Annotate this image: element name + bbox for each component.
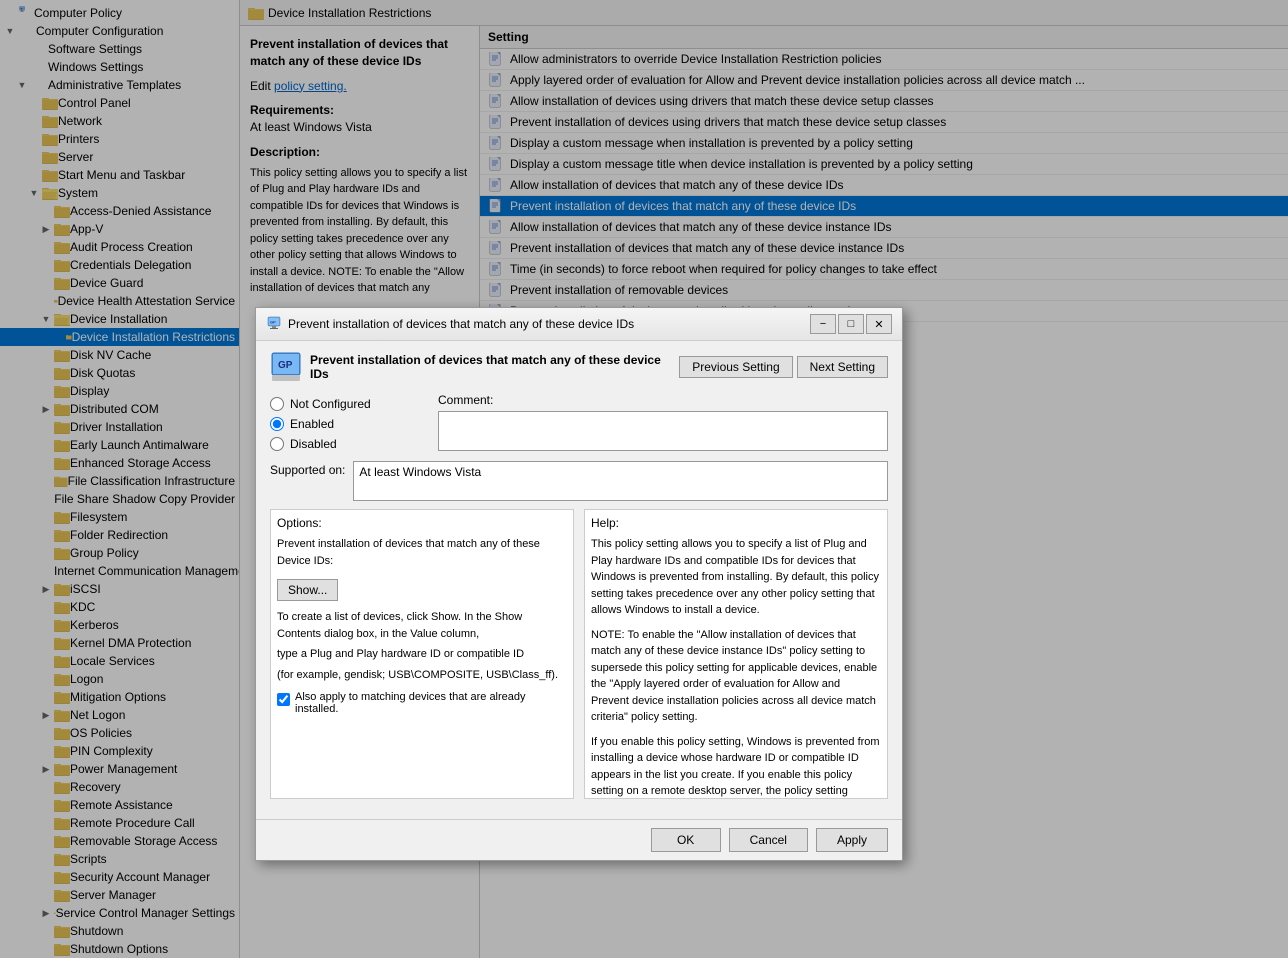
checkbox-also-apply[interactable]: Also apply to matching devices that are … bbox=[277, 691, 567, 715]
radio-enabled[interactable]: Enabled bbox=[270, 417, 430, 431]
options-instructions-3: (for example, gendisk; USB\COMPOSITE, US… bbox=[277, 667, 567, 684]
options-help-area: Options: Prevent installation of devices… bbox=[270, 509, 888, 799]
help-text-3: If you enable this policy setting, Windo… bbox=[591, 734, 881, 800]
help-panel: Help: This policy setting allows you to … bbox=[584, 509, 888, 799]
window-controls: − □ ✕ bbox=[810, 314, 892, 334]
previous-setting-button[interactable]: Previous Setting bbox=[679, 356, 792, 378]
show-button[interactable]: Show... bbox=[277, 579, 338, 601]
close-button[interactable]: ✕ bbox=[866, 314, 892, 334]
modal-title-icon bbox=[266, 316, 282, 332]
radio-enabled-label: Enabled bbox=[290, 417, 334, 431]
supported-value: At least Windows Vista bbox=[353, 461, 888, 501]
modal-body: GP Prevent installation of devices that … bbox=[256, 341, 902, 819]
options-instructions-2: type a Plug and Play hardware ID or comp… bbox=[277, 646, 567, 663]
options-title: Options: bbox=[277, 516, 567, 530]
help-text-1: This policy setting allows you to specif… bbox=[591, 536, 881, 619]
modal-title-text: Prevent installation of devices that mat… bbox=[288, 317, 634, 331]
radio-not-configured-input[interactable] bbox=[270, 397, 284, 411]
settings-grid: Not Configured Enabled Disabled Comment: bbox=[270, 393, 888, 501]
options-instructions-1: To create a list of devices, click Show.… bbox=[277, 609, 567, 642]
supported-label: Supported on: bbox=[270, 461, 345, 477]
help-text-content: This policy setting allows you to specif… bbox=[591, 536, 881, 799]
modal-title-area: Prevent installation of devices that mat… bbox=[266, 316, 634, 332]
ok-button[interactable]: OK bbox=[651, 828, 721, 852]
options-content-title: Prevent installation of devices that mat… bbox=[277, 536, 567, 569]
modal-policy-title: Prevent installation of devices that mat… bbox=[310, 353, 671, 381]
next-setting-button[interactable]: Next Setting bbox=[797, 356, 888, 378]
minimize-button[interactable]: − bbox=[810, 314, 836, 334]
radio-disabled-label: Disabled bbox=[290, 437, 337, 451]
also-apply-checkbox[interactable] bbox=[277, 693, 290, 706]
policy-icon: GP bbox=[270, 351, 302, 383]
options-instructions: To create a list of devices, click Show.… bbox=[277, 609, 567, 683]
help-text-2: NOTE: To enable the "Allow installation … bbox=[591, 627, 881, 726]
supported-row: Supported on: At least Windows Vista bbox=[270, 461, 888, 501]
radio-not-configured[interactable]: Not Configured bbox=[270, 397, 430, 411]
help-title: Help: bbox=[591, 516, 881, 530]
options-content: Prevent installation of devices that mat… bbox=[277, 536, 567, 569]
apply-button[interactable]: Apply bbox=[816, 828, 888, 852]
prev-next-buttons: Previous Setting Next Setting bbox=[679, 356, 888, 378]
options-panel: Options: Prevent installation of devices… bbox=[270, 509, 574, 799]
maximize-button[interactable]: □ bbox=[838, 314, 864, 334]
radio-enabled-input[interactable] bbox=[270, 417, 284, 431]
modal-window: Prevent installation of devices that mat… bbox=[255, 307, 903, 861]
comment-label: Comment: bbox=[438, 393, 888, 407]
svg-text:GP: GP bbox=[278, 360, 293, 371]
modal-policy-header: GP Prevent installation of devices that … bbox=[270, 351, 888, 383]
modal-overlay: Prevent installation of devices that mat… bbox=[0, 0, 1288, 958]
comment-textarea[interactable] bbox=[438, 411, 888, 451]
radio-group: Not Configured Enabled Disabled bbox=[270, 393, 430, 451]
modal-titlebar: Prevent installation of devices that mat… bbox=[256, 308, 902, 341]
modal-footer: OK Cancel Apply bbox=[256, 819, 902, 860]
cancel-button[interactable]: Cancel bbox=[729, 828, 808, 852]
radio-disabled-input[interactable] bbox=[270, 437, 284, 451]
radio-not-configured-label: Not Configured bbox=[290, 397, 371, 411]
radio-disabled[interactable]: Disabled bbox=[270, 437, 430, 451]
comment-area: Comment: bbox=[438, 393, 888, 451]
checkbox-label: Also apply to matching devices that are … bbox=[295, 691, 567, 715]
